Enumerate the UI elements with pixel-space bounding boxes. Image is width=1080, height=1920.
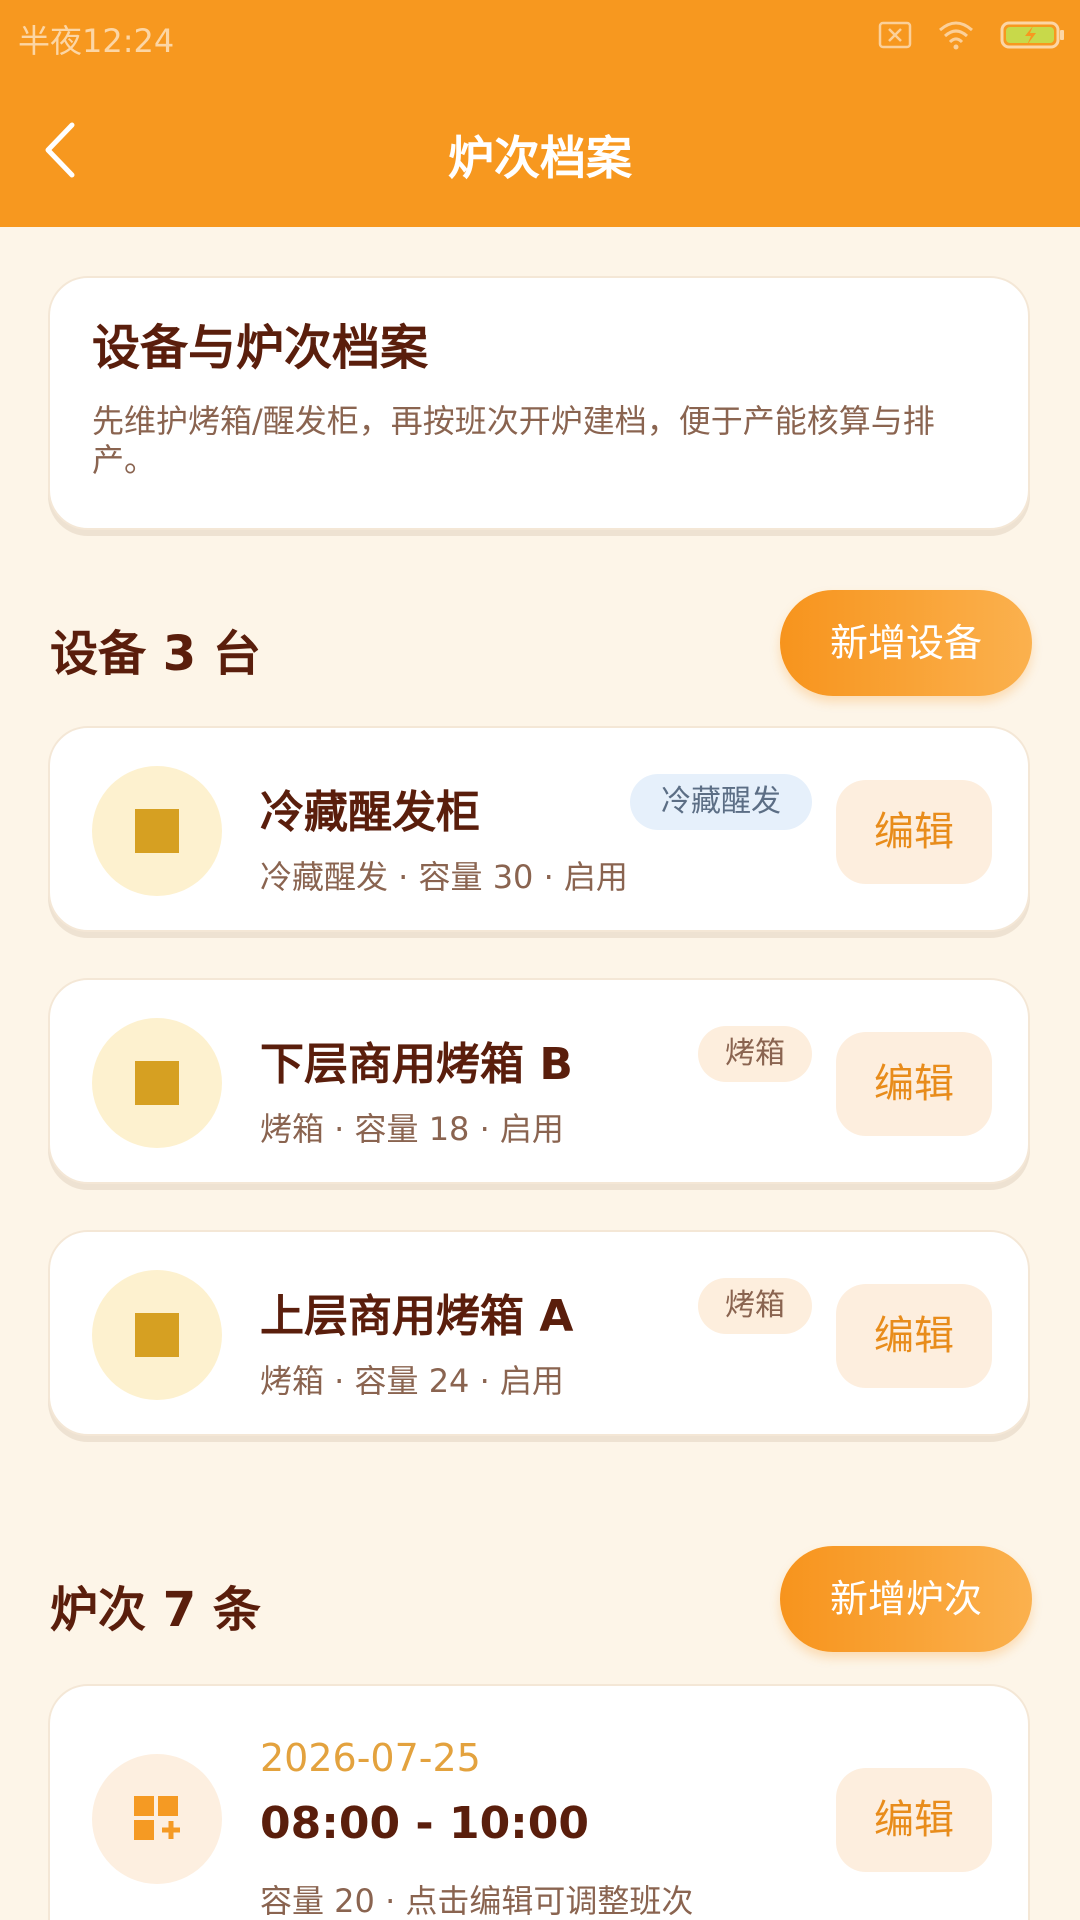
square-icon <box>135 809 179 853</box>
wifi-icon <box>939 21 973 50</box>
device-avatar <box>92 1018 222 1148</box>
page-title: 炉次档案 <box>448 131 632 185</box>
square-icon <box>135 1061 179 1105</box>
device-card[interactable]: 上层商用烤箱 A 烤箱 烤箱 · 容量 24 · 启用 编辑 <box>48 1230 1030 1436</box>
batch-date: 2026-07-25 <box>260 1736 481 1780</box>
square-icon <box>135 1313 179 1357</box>
device-meta: 烤箱 · 容量 24 · 启用 <box>260 1362 564 1400</box>
add-device-button[interactable]: 新增设备 <box>780 590 1032 696</box>
device-avatar <box>92 1270 222 1400</box>
devices-section-title: 设备 3 台 <box>50 626 261 682</box>
add-batch-button[interactable]: 新增炉次 <box>780 1546 1032 1652</box>
battery-charging-icon <box>1000 21 1064 49</box>
intro-title: 设备与炉次档案 <box>92 320 429 376</box>
app-header: 半夜12:24 炉次档案 <box>0 0 1080 227</box>
batch-card[interactable]: 2026-07-25 08:00 - 10:00 容量 20 · 点击编辑可调整… <box>48 1684 1030 1920</box>
batches-section-title: 炉次 7 条 <box>50 1582 261 1638</box>
device-card[interactable]: 冷藏醒发柜 冷藏醒发 冷藏醒发 · 容量 30 · 启用 编辑 <box>48 726 1030 932</box>
status-icons <box>878 20 1066 50</box>
batch-time-range: 08:00 - 10:00 <box>260 1798 590 1849</box>
no-sim-icon <box>878 21 912 49</box>
device-name: 下层商用烤箱 B <box>260 1039 573 1090</box>
intro-card: 设备与炉次档案 先维护烤箱/醒发柜，再按班次开炉建档，便于产能核算与排产。 <box>48 276 1030 530</box>
edit-button[interactable]: 编辑 <box>836 1284 992 1388</box>
device-name: 冷藏醒发柜 <box>260 787 480 838</box>
device-meta: 冷藏醒发 · 容量 30 · 启用 <box>260 858 628 896</box>
device-avatar <box>92 766 222 896</box>
device-type-tag: 冷藏醒发 <box>630 774 812 830</box>
edit-button[interactable]: 编辑 <box>836 1768 992 1872</box>
device-type-tag: 烤箱 <box>698 1278 812 1334</box>
intro-description: 先维护烤箱/醒发柜，再按班次开炉建档，便于产能核算与排产。 <box>92 401 935 480</box>
device-name: 上层商用烤箱 A <box>260 1291 574 1342</box>
batch-meta: 容量 20 · 点击编辑可调整班次 <box>260 1882 694 1920</box>
edit-button[interactable]: 编辑 <box>836 1032 992 1136</box>
device-meta: 烤箱 · 容量 18 · 启用 <box>260 1110 564 1148</box>
batch-avatar <box>92 1754 222 1884</box>
status-time: 半夜12:24 <box>18 22 175 60</box>
grid-add-icon <box>134 1796 180 1840</box>
edit-button[interactable]: 编辑 <box>836 780 992 884</box>
device-type-tag: 烤箱 <box>698 1026 812 1082</box>
device-card[interactable]: 下层商用烤箱 B 烤箱 烤箱 · 容量 18 · 启用 编辑 <box>48 978 1030 1184</box>
